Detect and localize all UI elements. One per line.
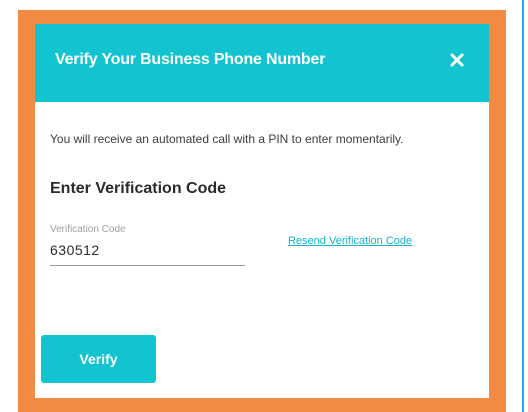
verification-code-input[interactable] bbox=[50, 239, 245, 261]
close-icon bbox=[450, 53, 464, 67]
right-edge-divider bbox=[522, 0, 524, 412]
modal-title: Verify Your Business Phone Number bbox=[55, 51, 326, 68]
modal-header: Verify Your Business Phone Number bbox=[35, 24, 489, 102]
verification-code-field: Verification Code bbox=[50, 224, 245, 266]
resend-verification-code-link[interactable]: Resend Verification Code bbox=[288, 234, 412, 248]
instruction-message: You will receive an automated call with … bbox=[50, 132, 404, 146]
section-title: Enter Verification Code bbox=[50, 180, 227, 197]
close-button[interactable] bbox=[443, 46, 471, 74]
page: Verify Your Business Phone Number You wi… bbox=[0, 0, 528, 412]
verification-code-label: Verification Code bbox=[50, 224, 126, 235]
verify-phone-modal: Verify Your Business Phone Number You wi… bbox=[35, 24, 489, 398]
verify-button[interactable]: Verify bbox=[41, 335, 156, 383]
